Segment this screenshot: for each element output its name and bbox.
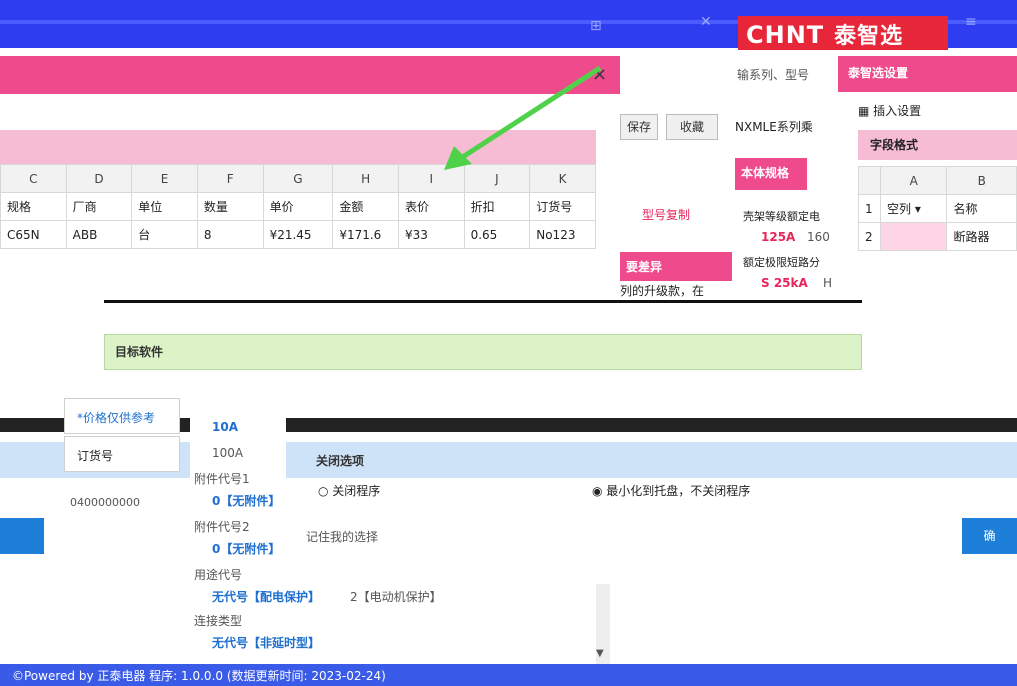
frame-value-2[interactable]: 160 (807, 230, 830, 244)
cell[interactable]: 规格 (0, 192, 67, 221)
col-header[interactable]: A (879, 166, 948, 195)
col-header[interactable]: D (65, 164, 133, 193)
product-name: NXMLE系列乘 (735, 120, 813, 134)
row-number: 2 (858, 222, 881, 251)
product-action-panel: 保存 收藏 型号复制 要差异 列的升级款，在 (620, 56, 736, 298)
close-options-title: 关闭选项 (316, 454, 365, 468)
insert-settings-label: 插入设置 (873, 104, 922, 118)
breaking-value[interactable]: S 25kA (761, 276, 808, 290)
col-header[interactable]: B (946, 166, 1017, 195)
cell[interactable]: 名称 (946, 194, 1017, 223)
cell[interactable]: ¥21.45 (262, 220, 334, 249)
cell[interactable]: ABB (65, 220, 133, 249)
left-button[interactable] (0, 518, 44, 554)
collect-button[interactable]: 收藏 (666, 114, 718, 140)
cell[interactable]: No123 (529, 220, 596, 249)
close-program-radio[interactable]: ○ 关闭程序 (318, 482, 380, 499)
settings-panel: 泰智选设置 ▦ 插入设置 字段格式 AB 1 空列 ▾ 名称 2 断路器 (838, 56, 1017, 296)
save-button[interactable]: 保存 (620, 114, 658, 140)
diff-text: 列的升级款，在 (620, 284, 705, 298)
breaking-value-2[interactable]: H (823, 276, 832, 290)
status-footer: ©Powered by 正泰电器 程序: 1.0.0.0 (数据更新时间: 20… (0, 664, 1017, 686)
col-header[interactable]: E (131, 164, 198, 193)
product-detail-panel: 输系列、型号 NXMLE系列乘 本体规格 壳架等级额定电 125A 160 额定… (733, 56, 837, 296)
usage-option-2[interactable]: 2【电动机保护】 (350, 588, 442, 605)
cell[interactable]: 数量 (196, 192, 264, 221)
accessory2-label: 附件代号2 (194, 520, 250, 534)
current-option[interactable]: 10A (212, 420, 238, 434)
order-no-label: 订货号 (64, 436, 180, 472)
connect-type-label: 连接类型 (194, 614, 243, 628)
logo-sub: 泰智选 (834, 24, 904, 49)
copy-model-link[interactable]: 型号复制 (642, 206, 690, 223)
cell[interactable]: 折扣 (463, 192, 531, 221)
cell[interactable]: 0.65 (463, 220, 531, 249)
settings-icon: ▦ (858, 104, 874, 118)
cell[interactable]: ¥171.6 (332, 220, 399, 249)
table-row: C65N ABB 台 8 ¥21.45 ¥171.6 ¥33 0.65 No12… (0, 220, 596, 249)
accessory1-value[interactable]: 0【无附件】 (212, 492, 280, 509)
chevron-down-icon[interactable]: ▼ (596, 648, 604, 659)
price-note: *价格仅供参考 (64, 398, 180, 434)
annotation-arrow-icon (444, 65, 602, 170)
cell[interactable]: 台 (131, 220, 198, 249)
window-control-icon[interactable]: ⊞ (590, 18, 602, 34)
col-header[interactable]: F (196, 164, 264, 193)
cell[interactable]: ¥33 (397, 220, 465, 249)
close-icon[interactable]: ✕ (700, 14, 712, 30)
settings-sheet: AB 1 空列 ▾ 名称 2 断路器 (858, 166, 1017, 251)
field-format-label: 字段格式 (858, 130, 1017, 160)
logo-text: CHNT (746, 21, 825, 49)
order-no-value: 0400000000 (70, 496, 140, 509)
remember-checkbox[interactable]: 记住我的选择 (306, 528, 378, 545)
settings-title: 泰智选设置 (838, 56, 1017, 92)
cell[interactable]: 金额 (332, 192, 399, 221)
brand-logo: CHNT 泰智选 (738, 16, 948, 50)
usage-option-1[interactable]: 无代号【配电保护】 (212, 588, 320, 605)
menu-icon[interactable]: ≡ (965, 14, 977, 30)
minimize-radio[interactable]: ◉ 最小化到托盘，不关闭程序 (592, 482, 750, 499)
minimize-label: 最小化到托盘，不关闭程序 (606, 484, 751, 498)
col-header[interactable]: C (0, 164, 67, 193)
frame-current-label: 壳架等级额定电 (743, 210, 820, 223)
accessory2-value[interactable]: 0【无附件】 (212, 540, 280, 557)
search-input[interactable]: 输系列、型号 (737, 66, 809, 83)
row-number: 1 (858, 194, 881, 223)
dialog-top (104, 300, 862, 334)
cell[interactable]: 断路器 (946, 222, 1017, 251)
cell[interactable]: 表价 (397, 192, 465, 221)
usage-label: 用途代号 (194, 568, 243, 582)
breaking-label: 额定极限短路分 (743, 256, 820, 269)
col-header[interactable]: H (332, 164, 399, 193)
close-program-label: 关闭程序 (332, 484, 381, 498)
col-header[interactable]: G (262, 164, 334, 193)
cell[interactable]: 8 (196, 220, 264, 249)
spec-label: 本体规格 (735, 158, 807, 190)
cell[interactable]: 空列 ▾ (879, 194, 948, 223)
cell[interactable]: 订货号 (529, 192, 596, 221)
cell[interactable]: 厂商 (65, 192, 133, 221)
connect-option-1[interactable]: 无代号【非延时型】 (212, 634, 320, 651)
cell[interactable]: 单价 (262, 192, 334, 221)
insert-settings[interactable]: ▦ 插入设置 (858, 102, 921, 119)
accessory1-label: 附件代号1 (194, 472, 250, 486)
cell[interactable]: C65N (0, 220, 67, 249)
cell[interactable] (879, 222, 948, 251)
confirm-button[interactable]: 确 (962, 518, 1017, 554)
frame-value[interactable]: 125A (761, 230, 795, 244)
current-option-2[interactable]: 100A (212, 446, 243, 460)
target-software-header: 目标软件 (104, 334, 862, 370)
cell[interactable]: 单位 (131, 192, 198, 221)
diff-label: 要差异 (620, 252, 732, 281)
table-row: 规格 厂商 单位 数量 单价 金额 表价 折扣 订货号 (0, 192, 596, 221)
